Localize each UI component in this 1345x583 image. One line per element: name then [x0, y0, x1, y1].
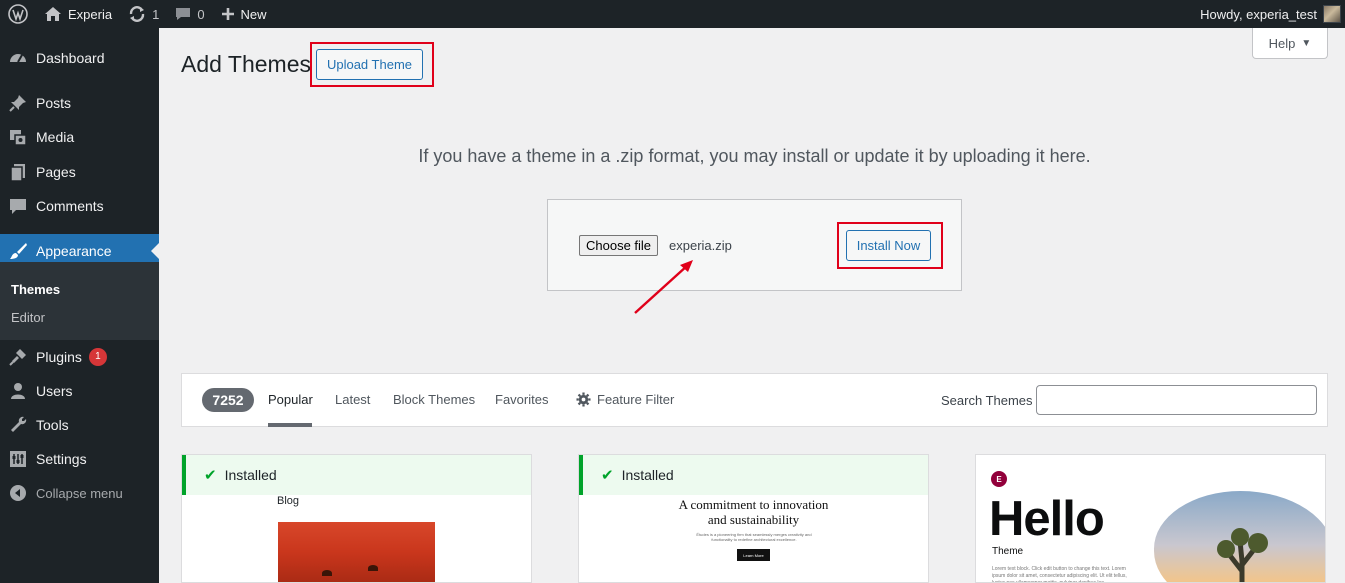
sidebar-item-pages[interactable]: Pages — [0, 155, 159, 189]
media-icon — [0, 127, 36, 147]
search-themes-label: Search Themes — [941, 393, 1033, 408]
sidebar-item-users[interactable]: Users — [0, 374, 159, 408]
sidebar-item-label: Plugins — [36, 349, 82, 365]
site-name: Experia — [68, 6, 113, 22]
sidebar-item-dashboard[interactable]: Dashboard — [0, 41, 159, 75]
users-icon — [0, 381, 36, 401]
tab-latest[interactable]: Latest — [335, 392, 370, 407]
wordpress-logo-icon[interactable] — [0, 0, 36, 28]
theme-filter-bar: 7252 Popular Latest Block Themes Favorit… — [181, 373, 1328, 427]
installed-label: Installed — [621, 467, 674, 483]
joshua-tree-icon — [1217, 528, 1268, 582]
sidebar-item-comments[interactable]: Comments — [0, 189, 159, 223]
theme-screenshot — [1154, 491, 1325, 582]
sidebar-item-label: Pages — [36, 164, 76, 180]
updates-link[interactable]: 1 — [120, 0, 167, 28]
submenu-item-themes[interactable]: Themes — [11, 282, 60, 297]
theme-preview-heading: A commitment to innovation and sustainab… — [678, 497, 829, 527]
pin-icon — [0, 93, 36, 113]
theme-preview-text: Lorem text block. Click edit button to c… — [992, 566, 1127, 583]
sidebar-item-label: Appearance — [36, 243, 112, 259]
submenu-item-editor[interactable]: Editor — [11, 310, 45, 325]
help-tab[interactable]: Help ▼ — [1252, 28, 1328, 59]
theme-preview-heading: Blog — [277, 495, 300, 507]
theme-preview-button: Learn More — [737, 549, 770, 561]
admin-bar: Experia 1 0 New Howdy, experia_test — [0, 0, 1345, 28]
new-label: New — [240, 6, 267, 22]
dashboard-icon — [0, 48, 36, 68]
sidebar-item-settings[interactable]: Settings — [0, 442, 159, 476]
comments-count: 0 — [197, 6, 205, 22]
tab-popular[interactable]: Popular — [268, 392, 313, 407]
checkmark-icon: ✔ — [601, 467, 614, 484]
selected-file-name: experia.zip — [669, 238, 732, 253]
elementor-logo-icon: E — [991, 471, 1007, 487]
tab-block-themes[interactable]: Block Themes — [393, 392, 475, 407]
theme-preview-text: Études is a pioneering firm that seamles… — [696, 532, 812, 542]
sidebar-item-label: Users — [36, 383, 73, 399]
sidebar-item-label: Media — [36, 129, 75, 145]
updates-count: 1 — [152, 6, 160, 22]
collapse-icon — [0, 484, 36, 502]
bird-silhouette — [322, 570, 332, 576]
greeting: Howdy, experia_test — [1200, 6, 1317, 22]
collapse-menu-button[interactable]: Collapse menu — [0, 476, 159, 510]
theme-preview-title: Hello — [989, 492, 1105, 546]
highlight-install-now — [837, 222, 943, 269]
tab-favorites[interactable]: Favorites — [495, 392, 548, 407]
page-title: Add Themes — [181, 51, 311, 77]
upload-description: If you have a theme in a .zip format, yo… — [418, 146, 1091, 166]
theme-card[interactable]: ✔ Installed Blog — [181, 454, 532, 583]
plus-icon — [221, 8, 234, 20]
account-menu[interactable]: Howdy, experia_test — [1200, 0, 1341, 28]
upload-theme-button[interactable]: Upload Theme — [316, 49, 423, 80]
settings-icon — [0, 449, 36, 469]
site-name-link[interactable]: Experia — [36, 0, 120, 28]
home-icon — [45, 7, 61, 21]
theme-screenshot — [278, 522, 435, 582]
sidebar-item-label: Settings — [36, 451, 87, 467]
collapse-label: Collapse menu — [36, 485, 123, 501]
admin-sidebar: Dashboard Posts Media Pages Comments App… — [0, 28, 159, 583]
active-tab-indicator — [268, 423, 312, 427]
sidebar-item-posts[interactable]: Posts — [0, 86, 159, 120]
gear-icon — [576, 392, 591, 407]
plugins-update-badge: 1 — [88, 348, 107, 366]
choose-file-button[interactable]: Choose file — [579, 235, 659, 256]
help-label: Help — [1268, 35, 1296, 51]
sidebar-item-label: Comments — [36, 198, 104, 214]
theme-card[interactable]: E Hello Theme Lorem text block. Click ed… — [975, 454, 1326, 583]
installed-notice: ✔ Installed — [182, 455, 531, 495]
search-themes-input[interactable] — [1036, 385, 1317, 415]
installed-notice: ✔ Installed — [579, 455, 928, 495]
theme-card[interactable]: ✔ Installed A commitment to innovation a… — [578, 454, 929, 583]
bird-silhouette — [368, 565, 378, 571]
pages-icon — [0, 162, 36, 182]
comment-icon — [0, 196, 36, 216]
feature-filter-label: Feature Filter — [597, 392, 675, 407]
sidebar-item-media[interactable]: Media — [0, 120, 159, 154]
comment-icon — [176, 8, 191, 20]
wrench-icon — [0, 415, 36, 435]
installed-label: Installed — [224, 467, 277, 483]
caret-down-icon: ▼ — [1301, 37, 1312, 49]
avatar — [1323, 5, 1341, 23]
plugin-icon — [0, 347, 36, 367]
pointer-arrow-icon — [634, 260, 693, 314]
sidebar-item-label: Dashboard — [36, 50, 105, 66]
updates-icon — [129, 6, 145, 22]
checkmark-icon: ✔ — [204, 467, 217, 484]
feature-filter-button[interactable]: Feature Filter — [576, 392, 674, 407]
comments-link[interactable]: 0 — [167, 0, 212, 28]
sidebar-item-tools[interactable]: Tools — [0, 408, 159, 442]
sidebar-item-plugins[interactable]: Plugins 1 — [0, 340, 159, 374]
sidebar-item-label: Posts — [36, 95, 72, 111]
new-content-link[interactable]: New — [213, 0, 275, 28]
sidebar-item-label: Tools — [36, 417, 69, 433]
appearance-submenu: Themes Editor — [0, 262, 159, 340]
theme-preview-subtitle: Theme — [992, 546, 1024, 557]
theme-count-badge: 7252 — [202, 388, 254, 412]
brush-icon — [0, 241, 36, 261]
